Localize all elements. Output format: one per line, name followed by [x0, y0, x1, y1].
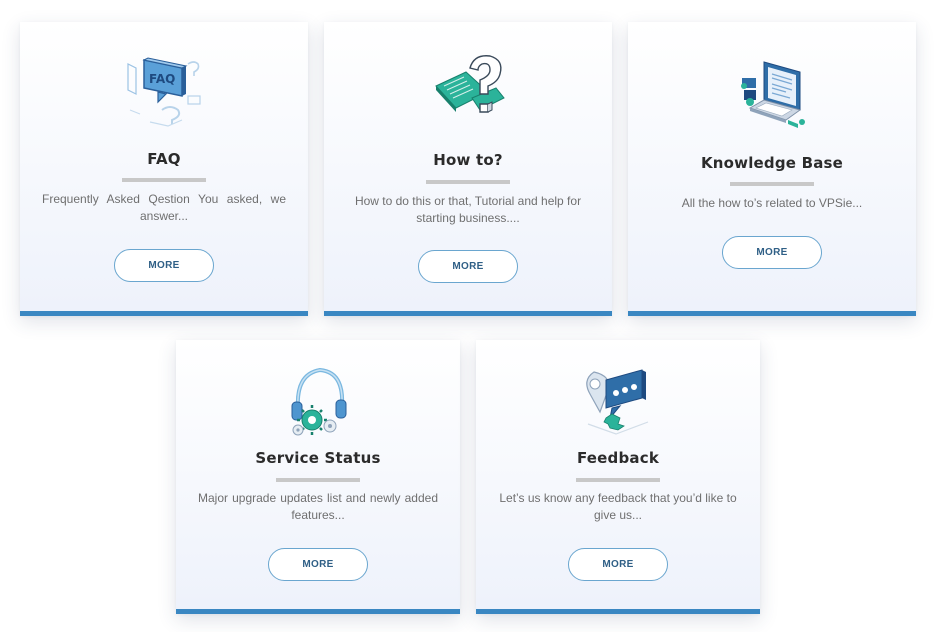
card-divider	[122, 178, 206, 182]
card-title: Knowledge Base	[700, 154, 844, 172]
card-description: Let’s us know any feedback that you’d li…	[499, 491, 737, 522]
card-divider	[730, 182, 814, 186]
faq-icon: FAQ	[122, 50, 206, 134]
faq-icon-text: FAQ	[149, 72, 175, 86]
card-faq: FAQ FAQ Frequently Asked Qestion You ask…	[20, 22, 308, 316]
feedback-more-button[interactable]: MORE	[568, 548, 668, 581]
card-feedback: Feedback Let’s us know any feedback that…	[476, 340, 760, 614]
card-title: Feedback	[576, 449, 660, 467]
card-divider	[426, 180, 510, 184]
knowledge-base-more-button[interactable]: MORE	[722, 236, 822, 269]
card-title: FAQ	[147, 150, 181, 168]
card-description: Frequently Asked Qestion You asked, we a…	[42, 192, 286, 223]
card-description: How to do this or that, Tutorial and hel…	[354, 194, 582, 225]
question-document-icon	[426, 48, 510, 132]
laptop-knowledge-icon	[730, 56, 814, 140]
card-divider	[576, 478, 660, 482]
chat-bubble-icon	[576, 360, 660, 444]
how-to-more-button[interactable]: MORE	[418, 250, 518, 283]
card-knowledge-base: Knowledge Base All the how to’s related …	[628, 22, 916, 316]
card-title: How to?	[433, 151, 503, 169]
card-description: Major upgrade updates list and newly add…	[198, 491, 438, 522]
faq-more-button[interactable]: MORE	[114, 249, 214, 282]
service-status-more-button[interactable]: MORE	[268, 548, 368, 581]
headset-gears-icon	[276, 360, 360, 444]
card-service-status: Service Status Major upgrade updates lis…	[176, 340, 460, 614]
card-divider	[276, 478, 360, 482]
card-title: Service Status	[255, 449, 381, 467]
card-description: All the how to’s related to VPSie...	[681, 196, 863, 210]
card-how-to: How to? How to do this or that, Tutorial…	[324, 22, 612, 316]
